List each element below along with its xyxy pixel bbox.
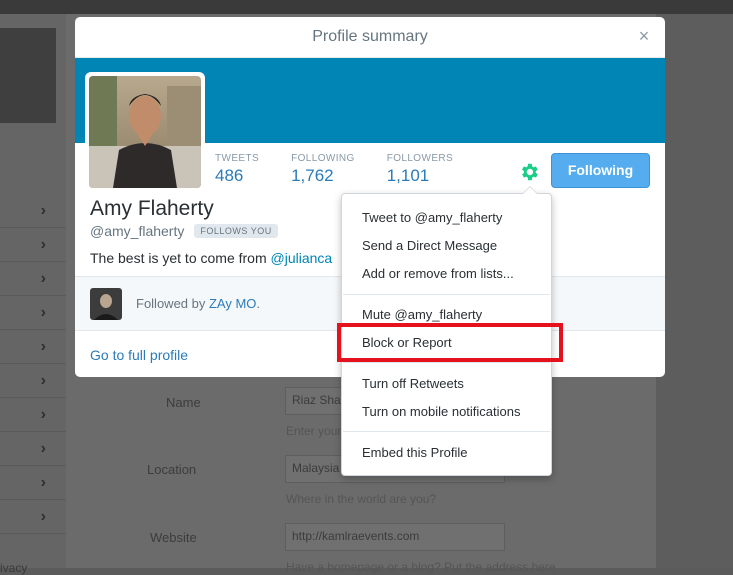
stat-value: 486 <box>215 166 244 185</box>
stat-label: FOLLOWERS <box>386 153 454 164</box>
follower-avatar[interactable] <box>90 288 122 320</box>
chevron-right-icon: › <box>40 440 46 457</box>
background-topbar <box>0 0 733 14</box>
followed-by-text: Followed by ZAy MO. <box>136 296 260 311</box>
chevron-right-icon: › <box>40 508 46 525</box>
background-website-label: Website <box>150 530 197 545</box>
stat-value: 1,101 <box>386 166 430 185</box>
menu-item-embed-profile[interactable]: Embed this Profile <box>362 445 468 460</box>
profile-stats: TWEETS 486 FOLLOWING 1,762 FOLLOWERS 1,1… <box>215 153 485 186</box>
menu-item-mobile-notifications[interactable]: Turn on mobile notifications <box>362 404 521 419</box>
modal-title: Profile summary <box>312 28 428 45</box>
menu-divider <box>343 362 550 363</box>
background-list-item: › <box>0 228 66 262</box>
go-to-full-profile-link[interactable]: Go to full profile <box>90 347 188 363</box>
chevron-right-icon: › <box>40 474 46 491</box>
followed-by-prefix: Followed by <box>136 296 209 311</box>
avatar[interactable] <box>89 76 201 188</box>
followed-by-suffix: . <box>256 296 261 311</box>
bio-text: The best is yet to come from <box>90 250 271 266</box>
chevron-right-icon: › <box>40 236 46 253</box>
background-list-item: › <box>0 194 66 228</box>
menu-item-turn-off-retweets[interactable]: Turn off Retweets <box>362 376 464 391</box>
stat-label: TWEETS <box>215 153 260 164</box>
chevron-right-icon: › <box>40 270 46 287</box>
background-list-item: › <box>0 296 66 330</box>
profile-bio: The best is yet to come from @julianca <box>90 250 332 266</box>
following-button[interactable]: Following <box>551 153 650 188</box>
follows-you-badge: FOLLOWS YOU <box>194 224 278 238</box>
modal-header: Profile summary × <box>75 17 665 58</box>
menu-item-tweet-to[interactable]: Tweet to @amy_flaherty <box>362 210 502 225</box>
background-settings-list: › › › › › › › › › › <box>0 194 66 534</box>
stat-followers[interactable]: FOLLOWERS 1,101 <box>387 153 453 186</box>
highlight-annotation-box <box>337 323 563 362</box>
background-left-column: › › › › › › › › › › ivacy <box>0 14 66 575</box>
stat-value: 1,762 <box>291 166 334 185</box>
chevron-right-icon: › <box>40 406 46 423</box>
background-list-item: › <box>0 364 66 398</box>
stat-label: FOLLOWING <box>291 153 355 164</box>
menu-item-lists[interactable]: Add or remove from lists... <box>362 266 514 281</box>
stat-following[interactable]: FOLLOWING 1,762 <box>291 153 355 186</box>
background-location-hint: Where in the world are you? <box>286 492 437 506</box>
close-icon[interactable]: × <box>635 27 653 45</box>
background-right-column <box>656 14 733 568</box>
profile-name[interactable]: Amy Flaherty <box>90 197 214 221</box>
handle-row: @amy_flaherty FOLLOWS YOU <box>90 223 278 239</box>
gear-icon[interactable] <box>518 161 540 183</box>
background-list-item: › <box>0 466 66 500</box>
background-list-item: › <box>0 432 66 466</box>
background-website-input: http://kamlraevents.com <box>285 523 505 551</box>
chevron-right-icon: › <box>40 372 46 389</box>
menu-divider <box>343 431 550 432</box>
background-name-label: Name <box>166 395 201 410</box>
menu-item-mute[interactable]: Mute @amy_flaherty <box>362 307 482 322</box>
stat-tweets[interactable]: TWEETS 486 <box>215 153 259 186</box>
bio-mention-link[interactable]: @julianca <box>271 250 333 266</box>
background-profile-photo <box>0 28 56 123</box>
menu-item-direct-message[interactable]: Send a Direct Message <box>362 238 497 253</box>
followed-by-link[interactable]: ZAy MO <box>209 296 256 311</box>
background-location-label: Location <box>147 462 197 477</box>
background-list-item: › <box>0 500 66 534</box>
background-list-item: › <box>0 262 66 296</box>
chevron-right-icon: › <box>40 202 46 219</box>
chevron-right-icon: › <box>40 304 46 321</box>
background-privacy-link: ivacy <box>0 561 28 575</box>
chevron-right-icon: › <box>40 338 46 355</box>
profile-handle[interactable]: @amy_flaherty <box>90 223 184 239</box>
background-list-item: › <box>0 330 66 364</box>
menu-divider <box>343 294 550 295</box>
background-website-hint: Have a homepage or a blog? Put the addre… <box>286 560 556 574</box>
background-list-item: › <box>0 398 66 432</box>
